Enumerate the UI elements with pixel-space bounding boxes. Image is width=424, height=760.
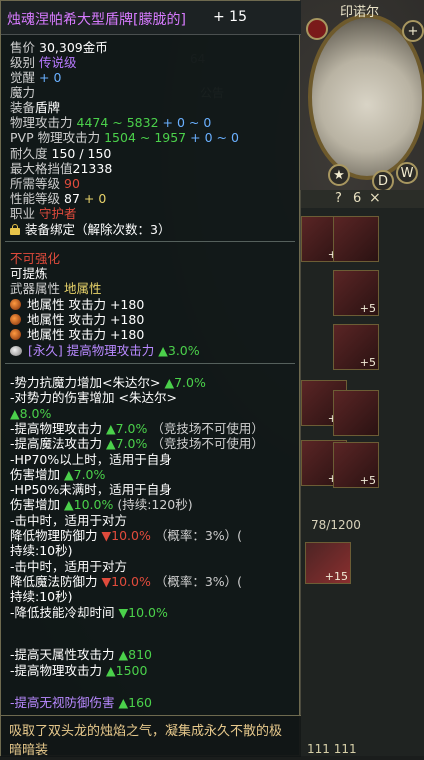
effect-row: -HP50%未满时，适用于自身 bbox=[10, 482, 172, 498]
divider bbox=[5, 241, 295, 242]
minimap-mail-button[interactable] bbox=[306, 18, 328, 40]
lock-icon bbox=[10, 224, 20, 235]
item-description: 吸取了双头龙的烛焰之气，凝集成永久不散的极暗暗装 bbox=[1, 715, 301, 758]
inventory-titlebar: ? 6 × bbox=[301, 190, 424, 208]
equip-row: 装备盾牌 bbox=[10, 100, 61, 115]
minimap-w-button[interactable]: W bbox=[396, 162, 418, 184]
earth-gem-icon bbox=[10, 329, 21, 340]
ignore-defense-row: -提高无视防御伤害 ▲160 bbox=[10, 695, 152, 710]
rank-row: 级别 传说级 bbox=[10, 55, 77, 70]
divider bbox=[5, 363, 295, 364]
refine-row: 可提炼 bbox=[10, 266, 48, 281]
inventory-close-button[interactable]: × bbox=[369, 190, 381, 206]
rank-value: 传说级 bbox=[39, 55, 77, 70]
effect-row: 持续:10秒) bbox=[10, 543, 73, 559]
effect-row: -降低技能冷却时间 ▼10.0% bbox=[10, 604, 168, 620]
gem-row: 地属性 攻击力 +180 bbox=[10, 312, 144, 327]
inventory-slot[interactable]: +5 bbox=[333, 270, 379, 316]
price-row: 售价 30,309金币 bbox=[10, 40, 108, 55]
minimap-star-button[interactable]: ★ bbox=[328, 164, 350, 186]
effect-row: -对势力的伤害增加 <朱达尔> bbox=[10, 390, 177, 406]
effect-row: -提高物理攻击力 ▲7.0% （竞技场不可使用） bbox=[10, 420, 264, 436]
minimap[interactable]: 印诺尔 + ★ D W bbox=[300, 0, 424, 192]
inventory-slot-selected[interactable]: +15 bbox=[305, 542, 351, 584]
effect-row: -提高魔法攻击力 ▲7.0% （竞技场不可使用） bbox=[10, 436, 264, 452]
price-value: 30,309金币 bbox=[39, 40, 108, 55]
minimap-location-name: 印诺尔 bbox=[340, 5, 380, 20]
pvp-attack-row: PVP 物理攻击力 1504 ~ 1957 + 0 ~ 0 bbox=[10, 130, 239, 145]
inventory-panel: ? 6 × +5 +5 +5 +6 +7 +5 78/1200 +15 111 … bbox=[300, 190, 424, 756]
inventory-slot[interactable] bbox=[333, 216, 379, 262]
inventory-slot[interactable]: +5 bbox=[333, 324, 379, 370]
item-title-bar: 烛魂涅帕希大型盾牌[朦胧的] + 15 bbox=[1, 1, 301, 35]
durability-row: 耐久度 150 / 150 bbox=[10, 146, 112, 161]
moon-icon bbox=[10, 346, 22, 356]
magic-row: 魔力 bbox=[10, 85, 36, 100]
effect-row: 持续:10秒) bbox=[10, 589, 73, 605]
effect-row: 伤害增加 ▲7.0% bbox=[10, 466, 106, 482]
minimap-d-button[interactable]: D bbox=[372, 170, 394, 192]
awaken-row: 觉醒 + 0 bbox=[10, 70, 62, 85]
item-name: 烛魂涅帕希大型盾牌[朦胧的] bbox=[7, 12, 186, 28]
no-enhance-row: 不可强化 bbox=[10, 251, 61, 266]
bind-row: 装备绑定（解除次数：3） bbox=[10, 222, 170, 237]
help-button[interactable]: ? bbox=[335, 191, 342, 206]
inventory-capacity: 78/1200 bbox=[311, 518, 361, 532]
required-level-row: 所需等级 90 bbox=[10, 176, 80, 191]
weapon-attr-row: 武器属性 地属性 bbox=[10, 281, 102, 296]
gem-row: 地属性 攻击力 +180 bbox=[10, 327, 144, 342]
item-tooltip: 烛魂涅帕希大型盾牌[朦胧的] + 15 售价 30,309金币 级别 传说级 觉… bbox=[0, 0, 301, 758]
effect-row: 降低物理防御力 ▼10.0% （概率：3%）( bbox=[10, 528, 243, 543]
inventory-slot[interactable]: +5 bbox=[333, 442, 379, 488]
inventory-slot[interactable] bbox=[333, 390, 379, 436]
effect-row: 降低魔法防御力 ▼10.0% （概率：3%）( bbox=[10, 573, 243, 589]
permanent-effect-row: [永久] 提高物理攻击力 ▲3.0% bbox=[10, 343, 200, 358]
effect-row: -HP70%以上时，适用于自身 bbox=[10, 451, 172, 467]
gem-row: 地属性 攻击力 +180 bbox=[10, 297, 144, 312]
effect-row: -击中时，适用于对方 bbox=[10, 558, 128, 574]
effect-row: 伤害增加 ▲10.0% (持续:120秒) bbox=[10, 497, 193, 513]
block-row: 最大格挡值21338 bbox=[10, 161, 113, 176]
stat-row: -提高天属性攻击力 ▲810 bbox=[10, 647, 152, 662]
effect-row: ▲8.0% bbox=[10, 405, 52, 421]
earth-gem-icon bbox=[10, 314, 21, 325]
performance-row: 性能等级 87 + 0 bbox=[10, 191, 107, 206]
effect-row: -势力抗魔力增加<朱达尔> ▲7.0% bbox=[10, 375, 206, 390]
effect-row: -击中时，适用于对方 bbox=[10, 512, 128, 528]
phys-attack-row: 物理攻击力 4474 ~ 5832 + 0 ~ 0 bbox=[10, 115, 212, 130]
stat-row: -提高物理攻击力 ▲1500 bbox=[10, 663, 148, 678]
inventory-gold: 111 111 bbox=[307, 742, 357, 756]
job-row: 职业 守护者 bbox=[10, 206, 77, 221]
earth-gem-icon bbox=[10, 299, 21, 310]
item-enhance-level: + 15 bbox=[213, 9, 247, 25]
inventory-count-badge: 6 bbox=[353, 191, 362, 206]
minimap-zoom-in-button[interactable]: + bbox=[402, 20, 424, 42]
